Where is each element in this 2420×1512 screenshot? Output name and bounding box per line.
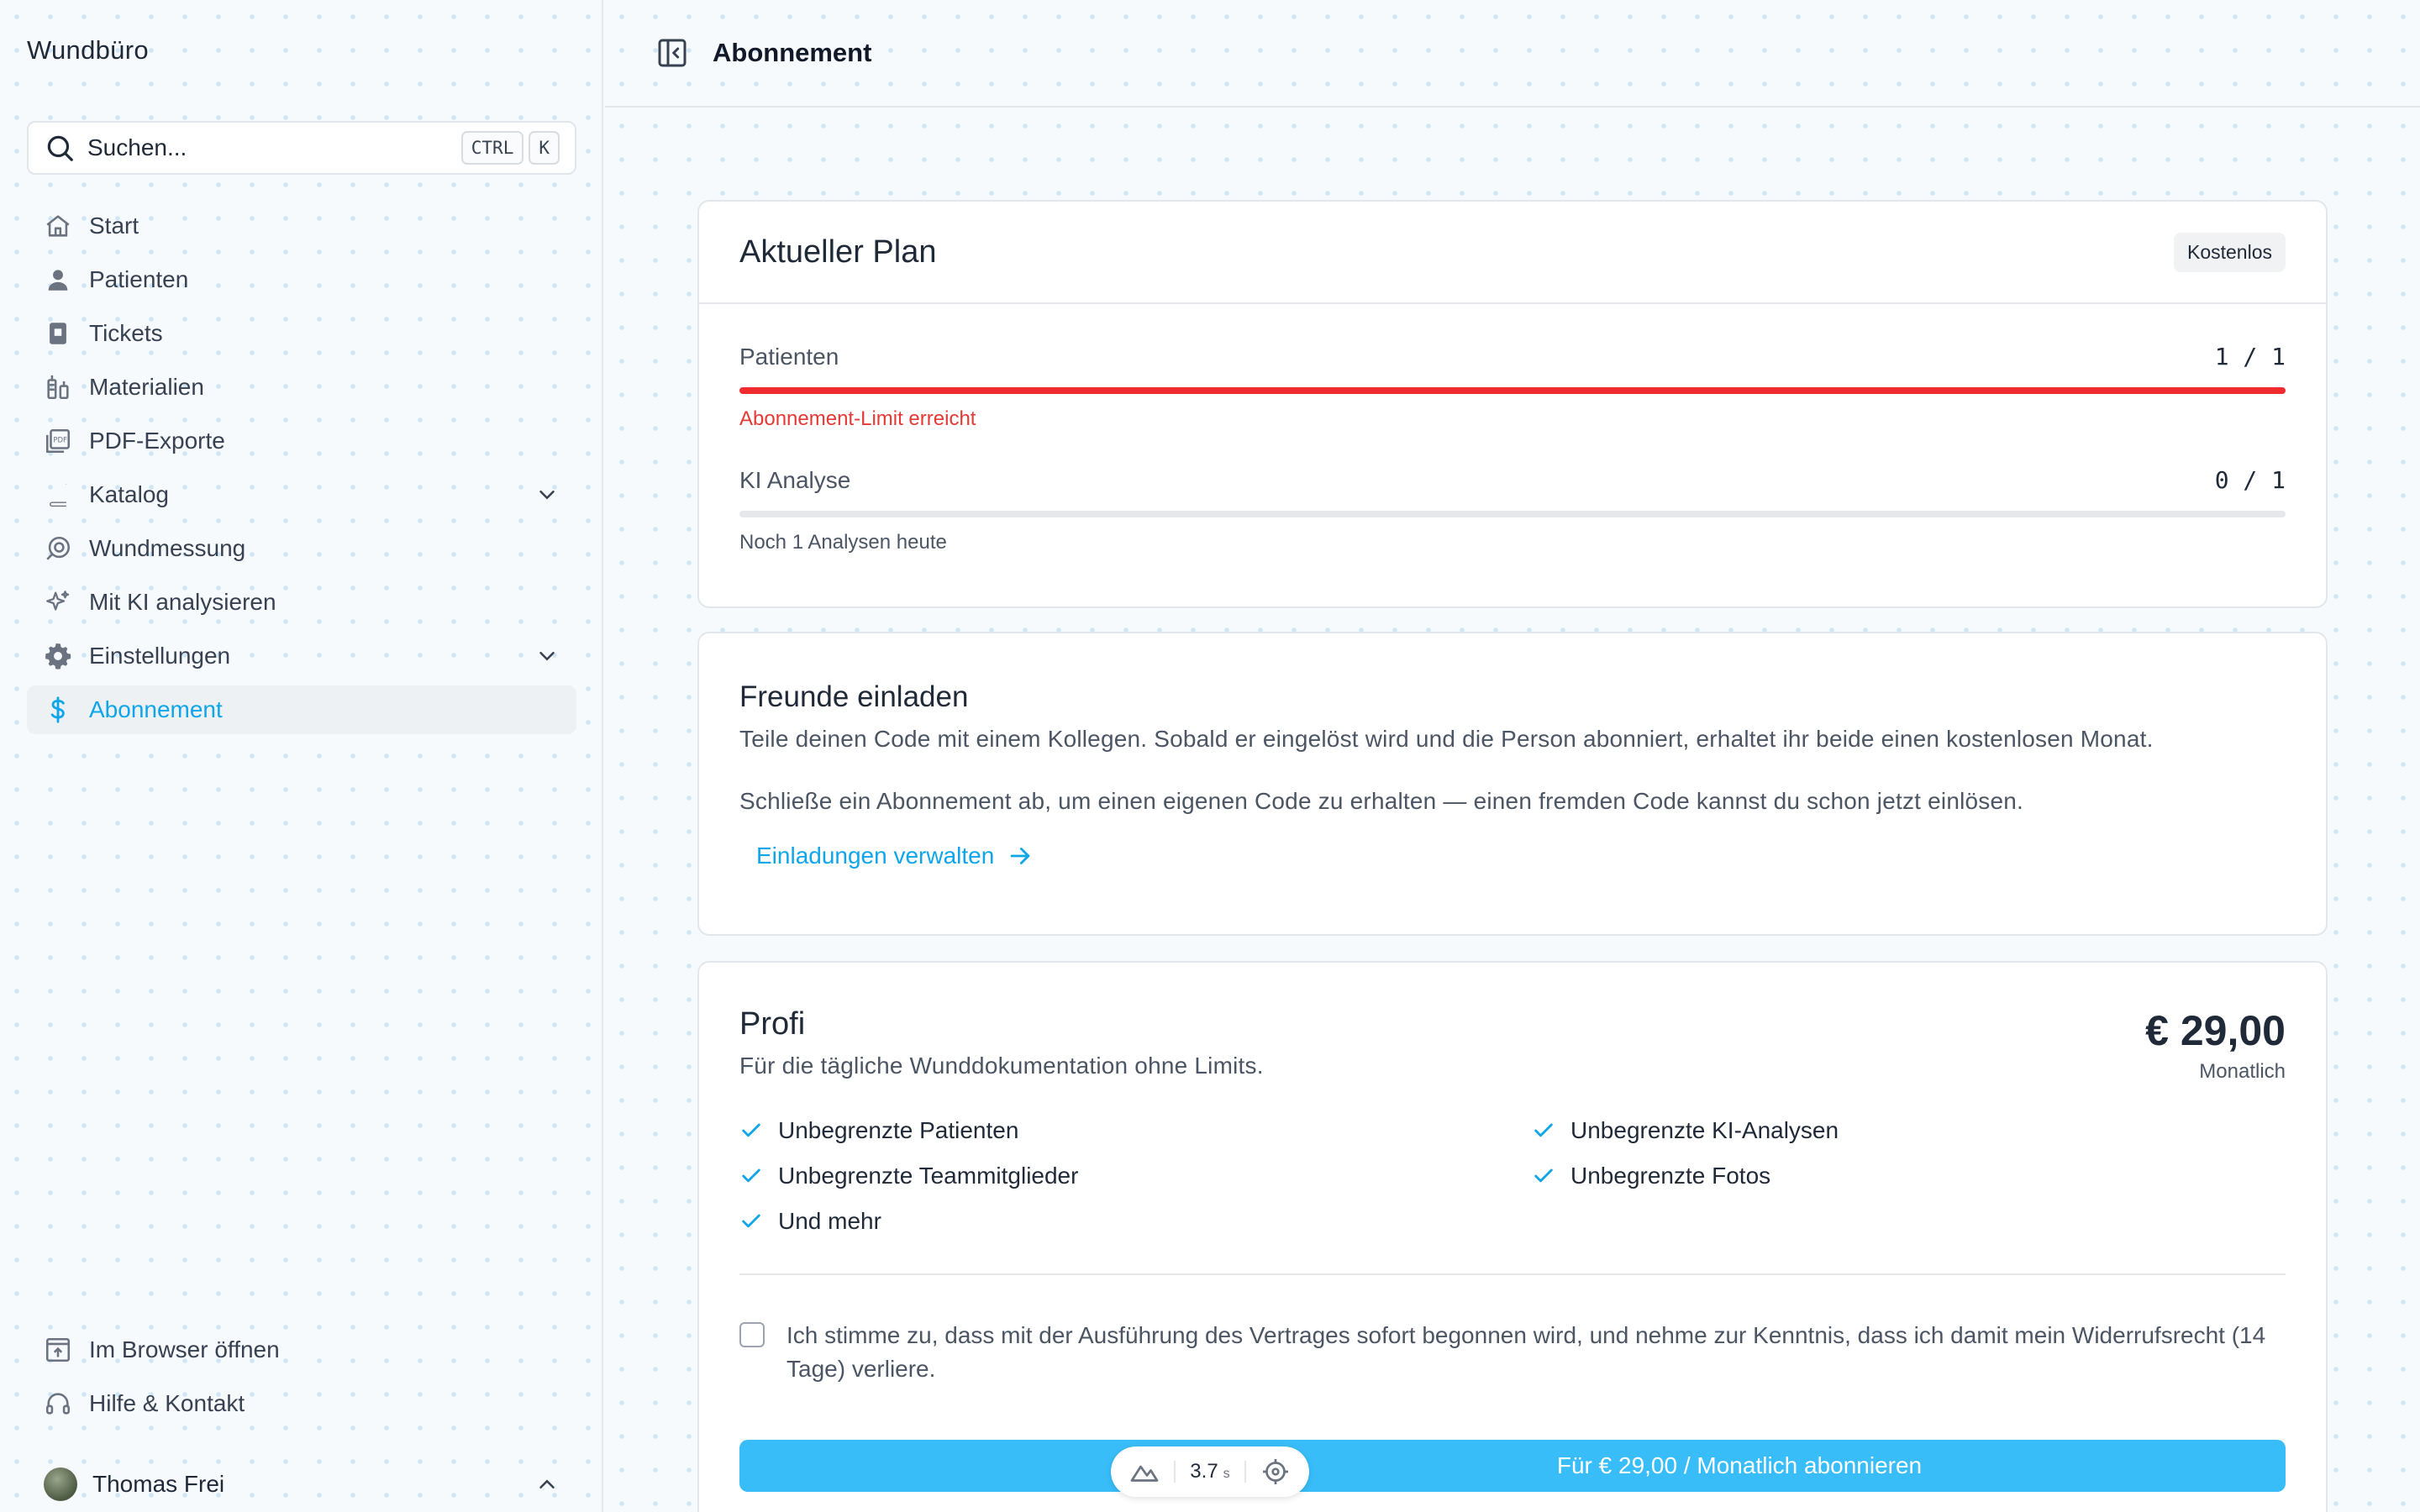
check-icon <box>1534 1168 1553 1183</box>
gear-icon <box>44 642 72 670</box>
invite-card: Freunde einladen Teile deinen Code mit e… <box>697 632 2328 936</box>
plan-name: Profi <box>739 1006 806 1042</box>
check-icon <box>742 1214 760 1228</box>
brand-name: Wundbüro <box>27 35 149 65</box>
materials-icon <box>44 373 72 402</box>
usage-label: Patienten <box>739 343 839 370</box>
page-title: Abonnement <box>713 38 872 67</box>
usage-progress-fill <box>739 387 2286 394</box>
invite-title: Freunde einladen <box>739 680 969 713</box>
feature-item: Unbegrenzte Fotos <box>1532 1163 2204 1189</box>
sidebar-item-browser-oeffnen[interactable]: Im Browser öffnen <box>27 1326 576 1374</box>
invite-text: Teile deinen Code mit einem Kollegen. So… <box>739 726 2154 752</box>
book-icon <box>44 480 72 509</box>
usage-patients: Patienten 1 / 1 Abonnement-Limit erreich… <box>739 343 2286 431</box>
current-plan-card: Aktueller Plan Kostenlos Patienten 1 / 1… <box>697 200 2328 608</box>
sidebar-nav: Start Patienten Tickets Materialien PDF … <box>27 202 576 739</box>
usage-section: Patienten 1 / 1 Abonnement-Limit erreich… <box>699 343 2326 554</box>
plan-card-profi: Profi Für die tägliche Wunddokumentation… <box>697 961 2328 1512</box>
sidebar-item-start[interactable]: Start <box>27 202 576 250</box>
usage-progress-bar <box>739 511 2286 517</box>
feature-item: Unbegrenzte KI-Analysen <box>1532 1117 2204 1144</box>
usage-ki-analyse: KI Analyse 0 / 1 Noch 1 Analysen heute <box>739 466 2286 554</box>
usage-label: KI Analyse <box>739 466 851 493</box>
arrow-right-icon <box>1010 848 1030 864</box>
consent-row[interactable]: Ich stimme zu, dass mit der Ausführung d… <box>739 1319 2286 1386</box>
search-icon <box>47 135 73 161</box>
home-icon <box>44 212 72 240</box>
separator <box>1174 1461 1176 1483</box>
plan-badge: Kostenlos <box>2173 232 2286 272</box>
user-icon <box>44 265 72 294</box>
sparkle-icon <box>44 588 72 617</box>
feature-item: Unbegrenzte Patienten <box>739 1117 1532 1144</box>
chevron-down-icon[interactable] <box>534 643 560 669</box>
shortcut-k: K <box>529 131 560 165</box>
subscribe-button[interactable]: Für € 29,00 / Monatlich abonnieren <box>739 1440 2286 1492</box>
consent-checkbox[interactable] <box>739 1322 765 1347</box>
dollar-icon <box>44 696 72 724</box>
consent-text: Ich stimme zu, dass mit der Ausführung d… <box>786 1322 2266 1382</box>
sidebar-bottom-nav: Im Browser öffnen Hilfe & Kontakt <box>27 1326 576 1433</box>
sidebar-item-tickets[interactable]: Tickets <box>27 309 576 358</box>
plan-header: Profi Für die tägliche Wunddokumentation… <box>739 1006 2286 1084</box>
sidebar-item-wundmessung[interactable]: Wundmessung <box>27 524 576 573</box>
sidebar-item-ki-analysieren[interactable]: Mit KI analysieren <box>27 578 576 627</box>
user-menu[interactable]: Thomas Frei <box>27 1460 576 1509</box>
usage-note: Abonnement-Limit erreicht <box>739 407 976 430</box>
plan-price: € 29,00 Monatlich <box>2145 1006 2286 1084</box>
sidebar-item-abonnement[interactable]: Abonnement <box>27 685 576 734</box>
price-amount: € 29,00 <box>2145 1007 2286 1054</box>
usage-value: 0 / 1 <box>2214 466 2286 494</box>
plan-description: Für die tägliche Wunddokumentation ohne … <box>739 1053 1264 1079</box>
headset-icon <box>44 1389 72 1418</box>
price-period: Monatlich <box>2199 1060 2286 1083</box>
sidebar-item-hilfe-kontakt[interactable]: Hilfe & Kontakt <box>27 1379 576 1428</box>
check-icon <box>1534 1123 1553 1137</box>
pdf-icon: PDF <box>44 427 72 455</box>
svg-text:PDF: PDF <box>53 436 67 444</box>
sidebar: Wundbüro Suchen... CTRL K Start Patiente… <box>0 0 603 1512</box>
sidebar-item-materialien[interactable]: Materialien <box>27 363 576 412</box>
invite-text-subscription: Schließe ein Abonnement ab, um einen eig… <box>739 788 2024 814</box>
search-box[interactable]: Suchen... CTRL K <box>27 121 576 175</box>
user-name: Thomas Frei <box>92 1471 225 1497</box>
current-plan-title: Aktueller Plan <box>739 234 937 270</box>
external-icon <box>44 1336 72 1364</box>
separator <box>1244 1461 1246 1483</box>
sidebar-item-pdf-exporte[interactable]: PDF PDF-Exporte <box>27 417 576 465</box>
current-plan-header: Aktueller Plan Kostenlos <box>699 202 2326 304</box>
timer-readout: 3.7 s <box>1190 1460 1230 1483</box>
chevron-down-icon[interactable] <box>534 482 560 507</box>
feature-item: Unbegrenzte Teammitglieder <box>739 1163 1532 1189</box>
measure-icon <box>44 534 72 563</box>
manage-invitations-link[interactable]: Einladungen verwalten <box>756 842 1034 870</box>
floating-toolbar: 3.7 s <box>1111 1446 1309 1497</box>
divider <box>739 1273 2286 1275</box>
check-icon <box>742 1168 760 1183</box>
usage-value: 1 / 1 <box>2214 343 2286 370</box>
ticket-icon <box>44 319 72 348</box>
check-icon <box>742 1123 760 1137</box>
search-placeholder: Suchen... <box>87 134 187 160</box>
sidebar-item-patienten[interactable]: Patienten <box>27 255 576 304</box>
top-bar: Abonnement <box>605 0 2420 108</box>
feature-item: Und mehr <box>739 1208 1532 1235</box>
sidebar-item-einstellungen[interactable]: Einstellungen <box>27 632 576 680</box>
mountain-icon[interactable] <box>1129 1457 1160 1487</box>
shortcut-ctrl: CTRL <box>460 131 524 165</box>
usage-progress-bar <box>739 387 2286 394</box>
avatar <box>44 1467 77 1501</box>
sidebar-item-katalog[interactable]: Katalog <box>27 470 576 519</box>
crosshair-icon[interactable] <box>1260 1457 1291 1487</box>
feature-list: Unbegrenzte Patienten Unbegrenzte KI-Ana… <box>739 1117 2286 1235</box>
chevron-up-icon[interactable] <box>534 1472 560 1497</box>
sidebar-toggle-icon[interactable] <box>655 36 689 70</box>
usage-note: Noch 1 Analysen heute <box>739 531 947 554</box>
